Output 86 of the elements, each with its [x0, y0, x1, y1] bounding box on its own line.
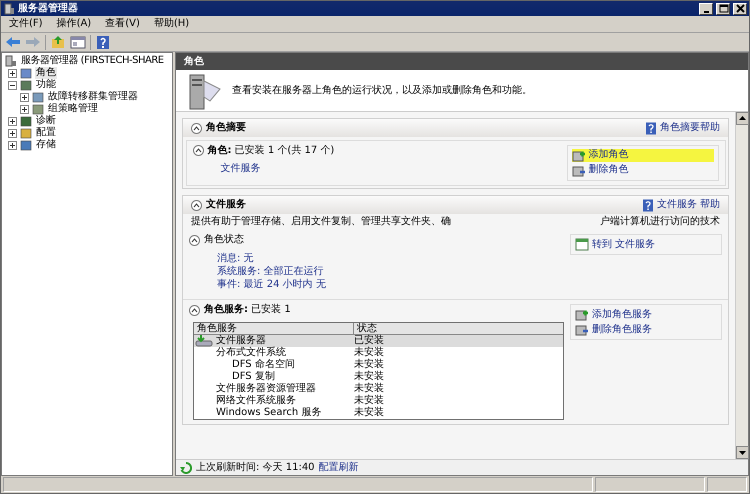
service-name: Windows Search 服务: [216, 407, 322, 419]
server-icon: [3, 2, 15, 14]
expand-icon[interactable]: [20, 92, 29, 102]
help-link[interactable]: 角色摘要帮助: [645, 122, 720, 134]
section-title: 角色摘要: [206, 122, 246, 134]
action-link[interactable]: 删除角色服务: [575, 323, 717, 336]
status-line: 事件: 最近 24 小时内 无: [217, 278, 327, 291]
tree-item[interactable]: 角色: [35, 67, 57, 79]
subsection-title: 角色状态: [204, 234, 244, 246]
add-icon: [575, 308, 589, 321]
description-text: 提供有助于管理存储、启用文件复制、管理共享文件夹、确: [191, 216, 451, 228]
description-text: 户端计算机进行访问的技术: [600, 216, 720, 228]
service-name: DFS 复制: [232, 371, 275, 383]
subsection-title: 角色服务: 已安装 1: [204, 304, 291, 316]
action-link[interactable]: 添加角色: [572, 148, 714, 162]
service-name: 文件服务器: [216, 335, 266, 346]
service-status: 未安装: [354, 347, 384, 358]
tree-item[interactable]: 功能: [35, 79, 57, 91]
tree-item[interactable]: 故障转移群集管理器: [47, 91, 139, 103]
service-status: 未安装: [354, 395, 384, 406]
column-header[interactable]: 状态: [354, 323, 377, 334]
server-icon: [5, 55, 17, 67]
tree-item[interactable]: 存储: [35, 139, 57, 151]
help-icon: [645, 122, 657, 134]
tree-item[interactable]: 组策略管理: [47, 103, 99, 115]
intro-text: 查看安装在服务器上角色的运行状况，以及添加或删除角色和功能。: [232, 84, 532, 96]
remove-icon: [575, 323, 589, 336]
scrollbar[interactable]: [735, 112, 748, 459]
expand-icon[interactable]: [8, 68, 17, 78]
expand-icon[interactable]: [8, 140, 17, 150]
show-panel-button[interactable]: [70, 35, 86, 49]
menu-item[interactable]: 文件(F): [9, 18, 43, 30]
collapse-icon[interactable]: [191, 122, 202, 134]
refresh-link[interactable]: 配置刷新: [318, 462, 359, 474]
table-row[interactable]: DFS 复制 未安装: [194, 371, 563, 383]
menu-item[interactable]: 帮助(H): [154, 18, 190, 30]
window-icon: [575, 238, 589, 251]
menu-item[interactable]: 操作(A): [56, 18, 92, 30]
action-link[interactable]: 添加角色服务: [575, 308, 717, 321]
subsection-title: 角色: 已安装 1 个(共 17 个): [208, 144, 334, 156]
service-status: 未安装: [354, 383, 384, 394]
action-link[interactable]: 删除角色: [572, 164, 714, 176]
table-row[interactable]: DFS 命名空间 未安装: [194, 359, 563, 371]
remove-icon: [572, 164, 586, 176]
table-row[interactable]: 文件服务器 已安装: [194, 335, 563, 347]
service-status: 未安装: [354, 371, 384, 382]
refresh-time: 上次刷新时间: 今天 11:40: [196, 462, 315, 474]
collapse-icon[interactable]: [189, 234, 200, 246]
menu-item[interactable]: 查看(V): [105, 18, 140, 30]
service-status: 未安装: [354, 407, 384, 419]
help-button[interactable]: [95, 35, 111, 49]
tree-item[interactable]: 服务器管理器 (FIRSTECH-SHARE: [20, 55, 165, 67]
table-row[interactable]: 文件服务器资源管理器 未安装: [194, 383, 563, 395]
back-button[interactable]: [5, 35, 21, 49]
section-title: 文件服务: [206, 199, 246, 211]
window-title: 服务器管理器: [18, 2, 79, 14]
expand-icon[interactable]: [8, 116, 17, 126]
close-icon[interactable]: [734, 4, 746, 13]
table-row[interactable]: 网络文件系统服务 未安装: [194, 395, 563, 407]
service-name: 分布式文件系统: [216, 347, 286, 358]
service-status: 未安装: [354, 359, 384, 370]
collapse-icon[interactable]: [189, 304, 200, 316]
expand-icon[interactable]: [20, 104, 29, 114]
service-status: 已安装: [354, 335, 384, 346]
collapse-icon[interactable]: [8, 80, 17, 90]
help-icon: [642, 198, 654, 212]
service-name: 文件服务器资源管理器: [216, 383, 316, 394]
expand-icon[interactable]: [8, 128, 17, 138]
tree-item[interactable]: 诊断: [35, 115, 57, 127]
service-name: DFS 命名空间: [232, 359, 295, 370]
scroll-up-icon[interactable]: [736, 112, 749, 125]
status-line: 系统服务: 全部正在运行: [217, 265, 325, 278]
status-line: 消息: 无: [217, 252, 255, 265]
table-row[interactable]: 分布式文件系统 未安装: [194, 347, 563, 359]
maximize-icon[interactable]: [718, 4, 728, 13]
refresh-icon: [180, 462, 192, 474]
pane-title: 角色: [184, 56, 204, 68]
collapse-icon[interactable]: [192, 145, 204, 156]
help-link[interactable]: 文件服务 帮助: [642, 198, 720, 212]
service-name: 网络文件系统服务: [216, 395, 296, 407]
scroll-down-icon[interactable]: [736, 446, 749, 459]
collapse-icon[interactable]: [191, 200, 202, 210]
table-row[interactable]: Windows Search 服务 未安装: [194, 407, 563, 419]
tree-item[interactable]: 配置: [35, 127, 57, 139]
add-icon: [572, 148, 586, 162]
role-link[interactable]: 文件服务: [220, 162, 560, 174]
